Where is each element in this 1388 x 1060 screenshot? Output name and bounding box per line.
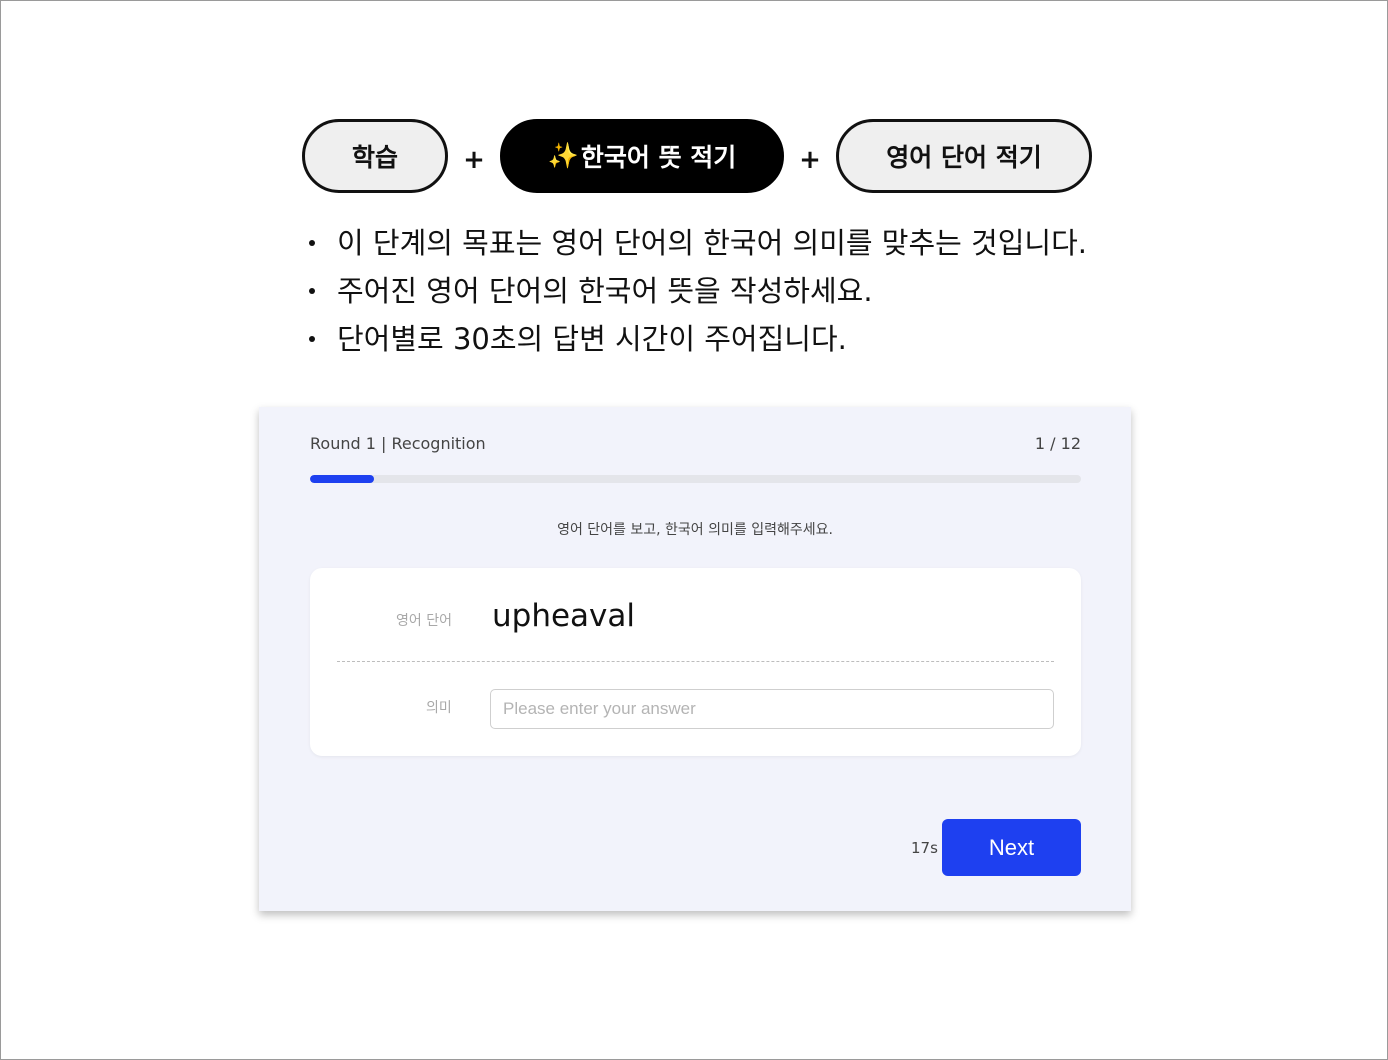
step-indicator: 학습 + ✨ 한국어 뜻 적기 + 영어 단어 적기 (302, 119, 1092, 193)
step-korean-meaning-active: ✨ 한국어 뜻 적기 (500, 119, 784, 193)
step-english-word: 영어 단어 적기 (836, 119, 1092, 193)
divider (337, 661, 1054, 662)
instruction-list: 이 단계의 목표는 영어 단어의 한국어 의미를 맞추는 것입니다. 주어진 영… (307, 219, 1087, 363)
step-korean-meaning-label: 한국어 뜻 적기 (580, 143, 737, 172)
instruction-item: 단어별로 30초의 답변 시간이 주어집니다. (307, 315, 1087, 363)
english-word: upheaval (492, 598, 635, 634)
progress-fill (310, 475, 374, 483)
word-label: 영어 단어 (396, 613, 452, 629)
question-counter: 1 / 12 (1034, 434, 1081, 453)
progress-bar (310, 475, 1081, 483)
quiz-card: Round 1 | Recognition 1 / 12 영어 단어를 보고, … (259, 407, 1131, 911)
bullet-icon (309, 336, 315, 342)
plus-separator: + (799, 145, 821, 175)
answer-input[interactable] (490, 689, 1054, 729)
page-frame: 학습 + ✨ 한국어 뜻 적기 + 영어 단어 적기 이 단계의 목표는 영어 … (0, 0, 1388, 1060)
sparkle-icon: ✨ (547, 141, 579, 170)
bullet-icon (309, 288, 315, 294)
meaning-label: 의미 (426, 700, 452, 716)
plus-separator: + (463, 145, 485, 175)
question-box: 영어 단어 upheaval 의미 (310, 568, 1081, 756)
step-english-word-label: 영어 단어 적기 (886, 143, 1042, 172)
step-study-label: 학습 (351, 143, 398, 172)
instruction-item: 주어진 영어 단어의 한국어 뜻을 작성하세요. (307, 267, 1087, 315)
countdown-timer: 17s (911, 839, 938, 857)
quiz-prompt: 영어 단어를 보고, 한국어 의미를 입력해주세요. (557, 522, 833, 538)
round-label: Round 1 | Recognition (310, 434, 486, 453)
next-button[interactable]: Next (942, 819, 1081, 876)
step-study: 학습 (302, 119, 448, 193)
instruction-item: 이 단계의 목표는 영어 단어의 한국어 의미를 맞추는 것입니다. (307, 219, 1087, 267)
bullet-icon (309, 240, 315, 246)
